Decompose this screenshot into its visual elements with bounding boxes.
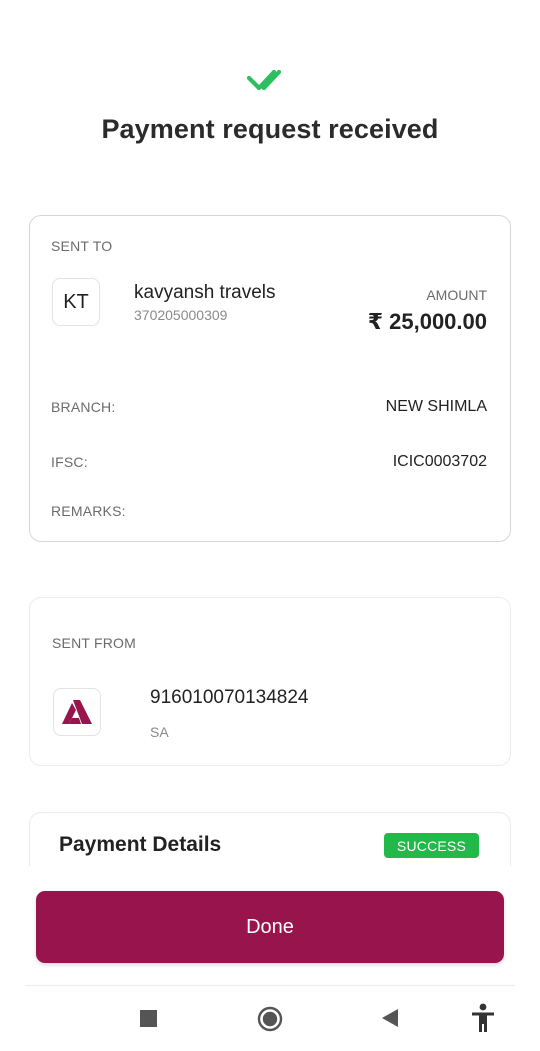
payee-account-number: 370205000309	[134, 307, 228, 323]
payment-details-card[interactable]: Payment Details SUCCESS	[29, 812, 511, 872]
branch-value: NEW SHIMLA	[385, 398, 487, 415]
sent-from-label: SENT FROM	[52, 635, 136, 651]
payee-avatar: KT	[52, 278, 100, 326]
bank-logo-icon	[62, 700, 92, 724]
amount-value: ₹ 25,000.00	[367, 309, 487, 334]
sent-to-label: SENT TO	[51, 238, 113, 254]
status-badge: SUCCESS	[383, 833, 479, 858]
sent-to-card: SENT TO KT kavyansh travels 370205000309…	[29, 215, 511, 542]
amount-label: AMOUNT	[426, 287, 487, 303]
remarks-label: REMARKS:	[51, 503, 126, 519]
sent-from-card: SENT FROM 916010070134824 SA	[29, 597, 511, 766]
accessibility-icon[interactable]	[468, 1002, 498, 1034]
recents-square-icon[interactable]	[136, 1006, 160, 1030]
done-button[interactable]: Done	[36, 891, 504, 963]
nav-divider	[25, 985, 515, 986]
page-title: Payment request received	[101, 114, 439, 144]
payee-avatar-initials: KT	[63, 290, 89, 313]
axis-bank-logo	[53, 688, 101, 736]
double-check-icon	[246, 69, 282, 91]
source-account-number: 916010070134824	[150, 687, 309, 708]
payee-name: kavyansh travels	[134, 282, 276, 303]
ifsc-label: IFSC:	[51, 454, 88, 470]
home-circle-icon[interactable]	[256, 1005, 284, 1033]
scroll-fade	[0, 866, 540, 890]
ifsc-value: ICIC0003702	[392, 453, 487, 470]
source-account-type: SA	[150, 724, 169, 740]
payment-details-title: Payment Details	[59, 833, 222, 856]
back-triangle-icon[interactable]	[378, 1006, 402, 1030]
branch-label: BRANCH:	[51, 399, 116, 415]
